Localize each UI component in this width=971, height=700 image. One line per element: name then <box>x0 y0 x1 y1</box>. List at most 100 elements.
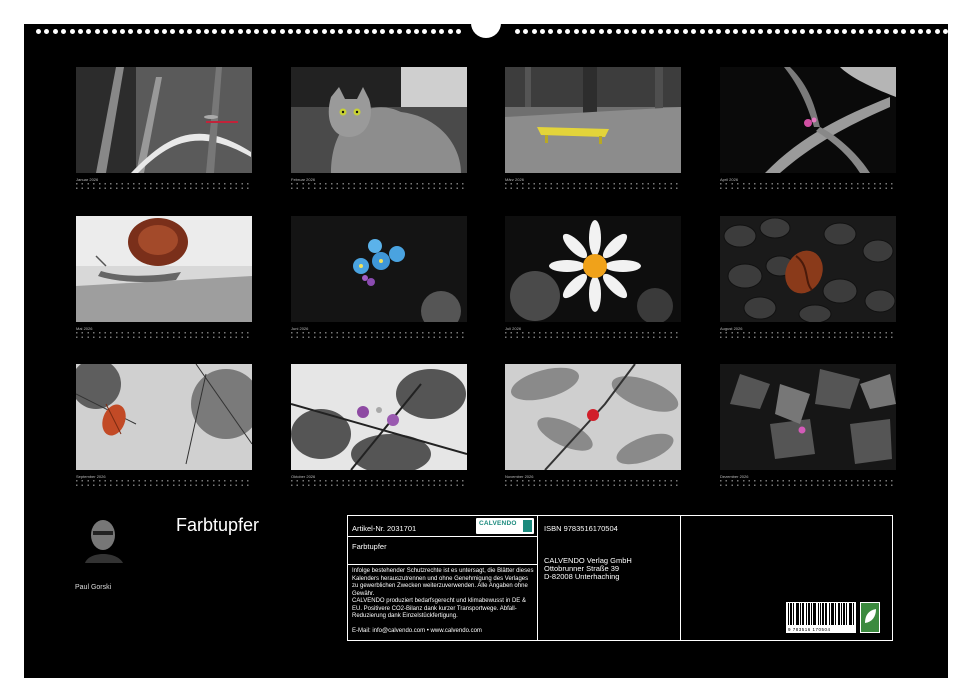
binding-hole <box>153 29 159 34</box>
month-day-grid <box>720 332 896 341</box>
month-year: 2026 <box>306 474 316 479</box>
binding-hole <box>220 29 226 34</box>
month-year: 2026 <box>96 474 106 479</box>
barcode-bar <box>850 603 851 625</box>
barcode-bar <box>843 603 844 625</box>
cat-photo <box>291 67 467 173</box>
barcode-bar <box>833 603 834 625</box>
binding-hole <box>262 29 268 34</box>
binding-hole <box>372 29 377 34</box>
barcode-bar <box>823 603 824 625</box>
binding-hole <box>733 29 739 34</box>
binding-hole <box>716 29 722 34</box>
barcode-bar <box>822 603 823 625</box>
barcode-bar <box>849 603 850 625</box>
month-year: 2026 <box>306 177 316 182</box>
month-day-grid <box>291 480 467 489</box>
month-year: 2026 <box>299 326 309 331</box>
binding-hole <box>607 29 613 34</box>
month-day-grid <box>720 183 896 192</box>
month-label: Mai <box>76 326 83 331</box>
binding-hole <box>321 29 327 34</box>
info-barcode-column: 9 783516 170504 <box>681 516 892 640</box>
binding-hole <box>195 29 201 34</box>
month-day-grid <box>76 480 252 489</box>
month-november: November 2026 <box>505 364 681 489</box>
barcode-bar <box>806 603 807 625</box>
product-title: Farbtupfer <box>352 542 387 551</box>
barcode-bar <box>826 603 827 625</box>
binding-hole <box>943 29 949 34</box>
month-april: April 2026 <box>720 67 896 192</box>
month-label: April <box>720 177 729 182</box>
binding-hole <box>514 29 520 34</box>
month-december: Dezember 2026 <box>720 364 896 489</box>
binding-hole <box>61 29 67 34</box>
info-publisher-column: ISBN 9783516170504 CALVENDO Verlag GmbH … <box>538 516 681 640</box>
calendar-title: Farbtupfer <box>176 515 260 535</box>
binding-hole <box>708 29 713 34</box>
barcode-bar <box>838 603 839 625</box>
binding-hole <box>758 29 764 34</box>
binding-hole <box>330 29 335 34</box>
month-day-grid <box>291 332 467 341</box>
month-january: Januar 2026 <box>76 67 252 192</box>
binding-hole <box>346 29 352 34</box>
pink-flower-photo <box>720 67 896 173</box>
barcode-bar <box>791 603 792 625</box>
barcode-bar <box>832 603 833 625</box>
plums-photo <box>291 364 467 470</box>
binding-hole <box>674 29 680 34</box>
binding-hole <box>246 29 251 34</box>
binding-hole <box>94 29 100 34</box>
month-august: August 2026 <box>720 216 896 341</box>
binding-hole <box>523 29 529 34</box>
barcode-bar <box>813 603 814 625</box>
binding-hole <box>834 29 839 34</box>
binding-hole <box>892 29 898 34</box>
binding-hole <box>204 29 209 34</box>
barcode-digits: 9 783516 170504 <box>788 627 831 632</box>
month-year: 2026 <box>89 177 99 182</box>
info-box: Artikel-Nr. 2031701 CALVENDO Farbtupfer … <box>347 515 893 641</box>
binding-hole <box>36 29 41 34</box>
binding-hole <box>111 29 117 34</box>
barcode-bar <box>815 603 816 625</box>
binding-hole <box>430 29 436 34</box>
month-label: Juli <box>505 326 512 331</box>
binding-hole <box>741 29 747 34</box>
month-label: Januar <box>76 177 89 182</box>
binding-hole <box>615 29 621 34</box>
binding-hole <box>162 29 167 34</box>
binding-hole <box>456 29 461 34</box>
month-may: Mai 2026 <box>76 216 252 341</box>
binding-hole <box>313 29 319 34</box>
month-label: Juni <box>291 326 299 331</box>
binding-hole <box>86 29 92 34</box>
month-june: Juni 2026 <box>291 216 467 341</box>
contact-info: E-Mail: info@calvendo.com • www.calvendo… <box>352 628 482 634</box>
binding-hole <box>859 29 865 34</box>
month-september: September 2026 <box>76 364 252 489</box>
binding-hole <box>699 29 705 34</box>
calvendo-icon <box>523 520 532 532</box>
barcode-bar <box>839 603 840 625</box>
binding-hole <box>120 29 125 34</box>
barcode-bar <box>788 603 789 625</box>
barcode-bar <box>803 603 804 625</box>
barcode-bar <box>809 603 810 625</box>
barcode-bar <box>818 603 819 625</box>
ivy-photo <box>720 364 896 470</box>
article-number: Artikel-Nr. 2031701 <box>352 524 417 533</box>
binding-hole <box>573 29 579 34</box>
barcode-bar <box>790 603 791 625</box>
binding-hole <box>355 29 361 34</box>
binding-hole <box>666 29 671 34</box>
barcode-bar <box>846 603 847 625</box>
binding-hole <box>766 29 772 34</box>
barcode-bar <box>831 603 832 625</box>
barcode-bar <box>797 603 798 625</box>
binding-hole <box>850 29 856 34</box>
binding-hole <box>792 29 797 34</box>
barcode-bar <box>800 603 801 625</box>
